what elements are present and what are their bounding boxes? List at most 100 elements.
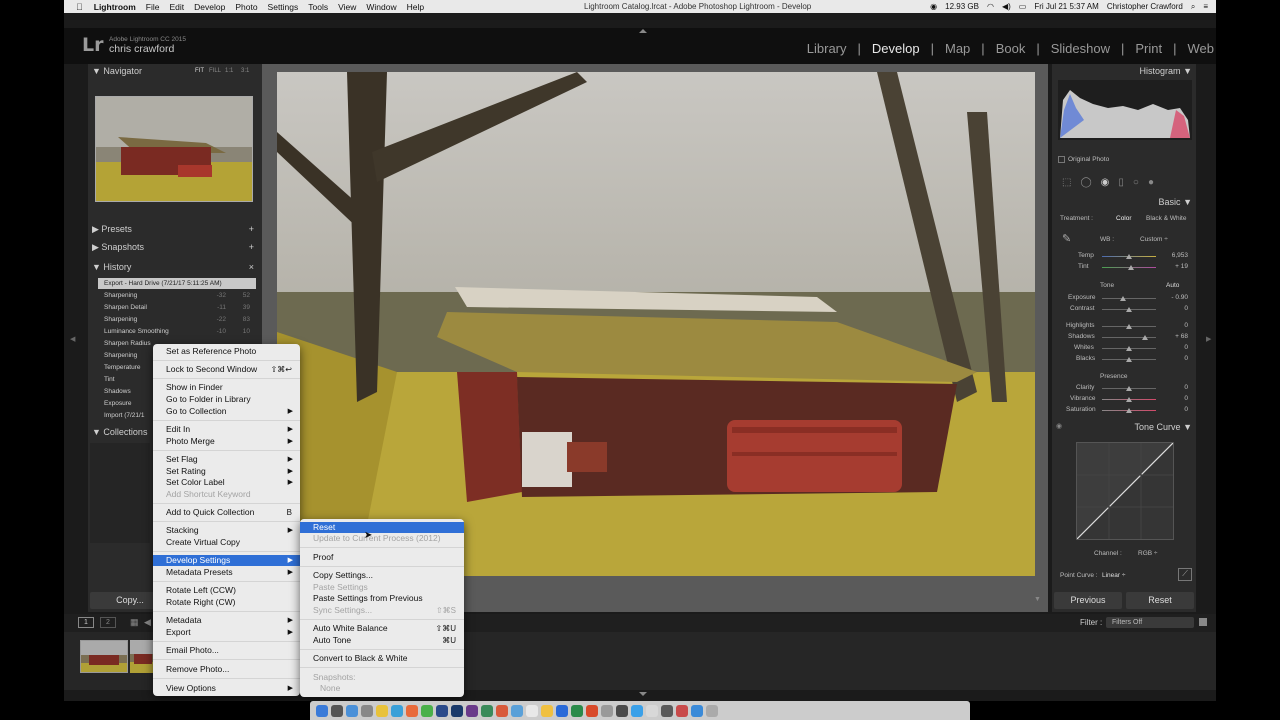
shadows-slider-knob[interactable]: [1142, 335, 1148, 340]
chrome-icon[interactable]: [421, 704, 433, 717]
zoom-fit[interactable]: FIT: [195, 64, 204, 78]
apple-icon[interactable]: : [64, 2, 89, 12]
menubar-user[interactable]: Christopher Crawford: [1107, 2, 1183, 11]
menu-item-rotate-right[interactable]: Rotate Right (CW): [153, 597, 300, 608]
battery-icon[interactable]: ▭: [1019, 2, 1027, 11]
whites-value[interactable]: 0: [1168, 344, 1188, 351]
reset-button[interactable]: Reset: [1126, 592, 1194, 609]
treatment-color[interactable]: Color: [1116, 215, 1132, 222]
menu-item-set-flag[interactable]: Set Flag ▶: [153, 454, 300, 465]
menu-edit[interactable]: Edit: [164, 2, 189, 12]
exposure-value[interactable]: - 0.90: [1164, 294, 1188, 301]
submenu-item-reset[interactable]: Reset: [300, 522, 464, 533]
adjustment-brush-icon[interactable]: ●: [1148, 177, 1154, 188]
menu-tools[interactable]: Tools: [303, 2, 333, 12]
menu-settings[interactable]: Settings: [263, 2, 304, 12]
menu-item-go-to-collection[interactable]: Go to Collection ▶: [153, 406, 300, 417]
target-adjust-icon[interactable]: ◉: [1056, 420, 1062, 434]
navigator-preview[interactable]: [95, 96, 253, 202]
history-item[interactable]: Export - Hard Drive (7/21/17 5:11:25 AM): [98, 278, 256, 289]
submenu-item-auto-tone[interactable]: Auto Tone ⌘U: [300, 635, 464, 646]
submenu-item-paste-previous[interactable]: Paste Settings from Previous: [300, 593, 464, 604]
right-panel-toggle-icon[interactable]: ▶: [1206, 335, 1211, 343]
submenu-item-convert-bw[interactable]: Convert to Black & White: [300, 653, 464, 664]
menu-help[interactable]: Help: [402, 2, 429, 12]
graduated-filter-icon[interactable]: ▯: [1118, 177, 1124, 188]
photoshop-dock-icon[interactable]: [451, 704, 463, 717]
photos-icon[interactable]: [646, 704, 658, 717]
tint-slider-knob[interactable]: [1128, 265, 1134, 270]
clarity-slider-knob[interactable]: [1126, 386, 1132, 391]
collections-list[interactable]: [90, 443, 150, 543]
tint-value[interactable]: + 19: [1168, 263, 1188, 270]
menu-item-add-quick-collection[interactable]: Add to Quick Collection B: [153, 507, 300, 518]
exposure-slider-knob[interactable]: [1120, 296, 1126, 301]
wifi-icon[interactable]: ◠: [987, 2, 994, 11]
clock[interactable]: Fri Jul 21 5:37 AM: [1034, 2, 1098, 11]
menu-item-stacking[interactable]: Stacking ▶: [153, 525, 300, 536]
menu-item-rotate-left[interactable]: Rotate Left (CCW): [153, 585, 300, 596]
search-icon[interactable]: ⌕: [1191, 2, 1195, 12]
histogram[interactable]: [1058, 80, 1192, 140]
lightroom-dock-icon[interactable]: [436, 704, 448, 717]
menu-item-metadata[interactable]: Metadata ▶: [153, 615, 300, 626]
tone-curve-graph[interactable]: [1076, 442, 1174, 540]
finder-icon[interactable]: [316, 704, 328, 717]
menu-item-remove-photo[interactable]: Remove Photo...: [153, 664, 300, 675]
menu-develop[interactable]: Develop: [189, 2, 230, 12]
powerpoint-icon[interactable]: [586, 704, 598, 717]
temp-slider-knob[interactable]: [1126, 254, 1132, 259]
camera-icon[interactable]: [661, 704, 673, 717]
main-photo[interactable]: [277, 72, 1035, 576]
stickies-icon[interactable]: [541, 704, 553, 717]
treatment-bw[interactable]: Black & White: [1146, 215, 1186, 222]
shadows-value[interactable]: + 68: [1168, 333, 1188, 340]
basic-header[interactable]: Basic ▼: [1056, 195, 1192, 209]
whites-slider-knob[interactable]: [1126, 346, 1132, 351]
blacks-value[interactable]: 0: [1168, 355, 1188, 362]
contrast-slider-knob[interactable]: [1126, 307, 1132, 312]
module-map[interactable]: Map: [945, 41, 970, 56]
second-window-icon[interactable]: 2: [100, 617, 116, 628]
downloads-folder-icon[interactable]: [691, 704, 703, 717]
add-snapshot-icon[interactable]: +: [249, 240, 254, 254]
submenu-item-auto-white-balance[interactable]: Auto White Balance ⇧⌘U: [300, 623, 464, 634]
mail-icon[interactable]: [511, 704, 523, 717]
menu-item-set-color-label[interactable]: Set Color Label ▶: [153, 477, 300, 488]
add-preset-icon[interactable]: +: [249, 222, 254, 236]
navigator-header[interactable]: ▼ Navigator FIT FILL 1:1 3:1: [92, 64, 258, 78]
illustrator-dock-icon[interactable]: [496, 704, 508, 717]
word-icon[interactable]: [556, 704, 568, 717]
firefox-icon[interactable]: [406, 704, 418, 717]
module-book[interactable]: Book: [996, 41, 1026, 56]
eyedropper-icon[interactable]: ✎: [1062, 232, 1071, 245]
app-store-icon[interactable]: [391, 704, 403, 717]
wb-select[interactable]: Custom ÷: [1140, 236, 1168, 243]
zoom-3-1[interactable]: 3:1: [241, 64, 249, 78]
highlights-slider-knob[interactable]: [1126, 324, 1132, 329]
original-photo-checkbox[interactable]: [1058, 156, 1065, 163]
presets-header[interactable]: ▶ Presets +: [92, 222, 258, 236]
vibrance-value[interactable]: 0: [1168, 395, 1188, 402]
preferences-icon[interactable]: [601, 704, 613, 717]
previous-button[interactable]: Previous: [1054, 592, 1122, 609]
record-icon[interactable]: ◉: [930, 2, 937, 11]
dreamweaver-dock-icon[interactable]: [481, 704, 493, 717]
channel-select[interactable]: RGB ÷: [1138, 550, 1157, 557]
menu-item-create-virtual-copy[interactable]: Create Virtual Copy: [153, 537, 300, 548]
bottom-panel-toggle-icon[interactable]: [639, 692, 647, 696]
left-panel-toggle-icon[interactable]: ◀: [70, 335, 75, 343]
toolbar-menu-icon[interactable]: ▼: [1034, 596, 1041, 603]
menu-item-lock-second-window[interactable]: Lock to Second Window ⇧⌘↩: [153, 364, 300, 375]
trash-icon[interactable]: [706, 704, 718, 717]
terminal-icon[interactable]: [616, 704, 628, 717]
red-eye-icon[interactable]: ◉: [1101, 177, 1110, 188]
safari-icon[interactable]: [346, 704, 358, 717]
messages-icon[interactable]: [631, 704, 643, 717]
snapshots-header[interactable]: ▶ Snapshots +: [92, 240, 258, 254]
calendar-icon[interactable]: [526, 704, 538, 717]
premiere-dock-icon[interactable]: [466, 704, 478, 717]
zoom-fill[interactable]: FILL: [209, 64, 221, 78]
exposure-slider[interactable]: [1102, 298, 1156, 299]
filter-select[interactable]: Filters Off: [1106, 617, 1194, 628]
